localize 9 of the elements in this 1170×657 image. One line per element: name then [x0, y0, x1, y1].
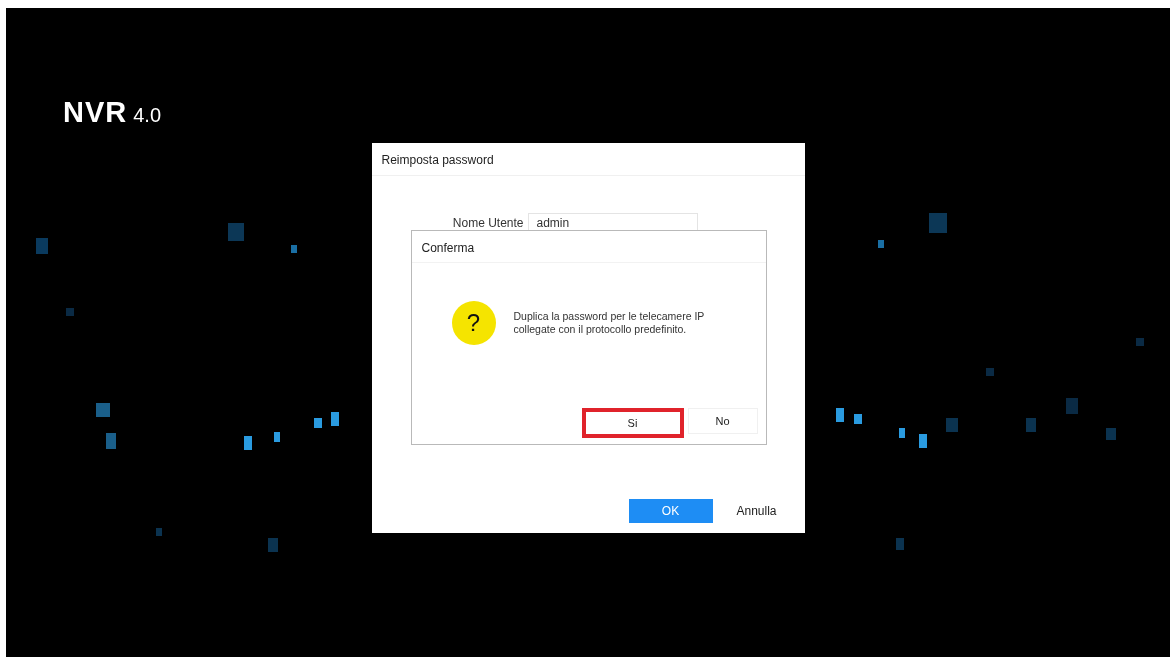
dialog-title: Reimposta password [371, 142, 805, 176]
question-icon: ? [451, 300, 496, 345]
logo-version: 4.0 [133, 104, 162, 127]
logo-name: NVR [63, 96, 128, 129]
dialog-title: Conferma [411, 230, 766, 263]
confirm-message: Duplica la password per le telecamere IP collegate con il protocollo predefinito. [513, 309, 706, 336]
no-button[interactable]: No [687, 407, 758, 434]
field-label: Nome Utente [451, 215, 525, 230]
yes-button[interactable]: Si [581, 407, 684, 438]
